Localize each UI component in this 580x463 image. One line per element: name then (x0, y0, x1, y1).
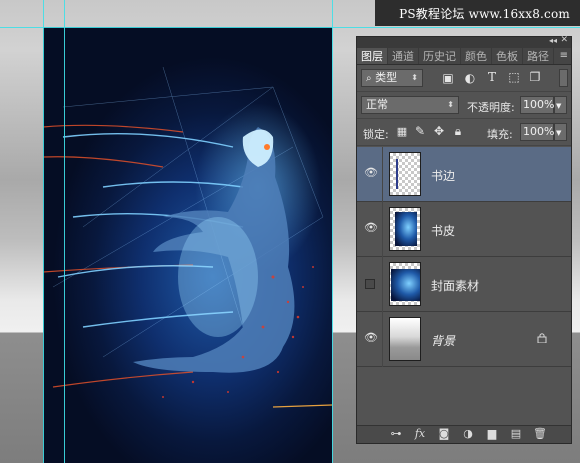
filter-shape-icon[interactable]: ⬚ (507, 70, 521, 84)
search-icon: ⌕ (366, 73, 372, 84)
watermark-text: PS教程论坛 www.16xx8.com (399, 7, 570, 21)
layer-style-fx-icon[interactable]: fx (413, 428, 427, 440)
guide-line-vertical[interactable] (332, 0, 333, 463)
tab-paths[interactable]: 路径 (523, 48, 554, 64)
visibility-column: 👁︎ (357, 202, 383, 257)
stepper-arrows-icon: ⬍ (447, 100, 454, 109)
layer-row-book-cover[interactable]: 👁︎ 书皮 (357, 202, 571, 257)
add-mask-icon[interactable]: ◙ (437, 428, 451, 440)
layer-thumbnail (389, 262, 421, 306)
lock-label: 锁定: (363, 128, 389, 141)
layers-panel: ◂◂ ✕ 图层 通道 历史记 颜色 色板 路径 ≡ ⌕ 类型 ⬍ ▣ ◐ T ⬚… (356, 35, 572, 444)
tab-channels[interactable]: 通道 (388, 48, 419, 64)
lock-transparency-icon[interactable]: ▦ (395, 125, 409, 138)
link-layers-icon[interactable]: ⊶ (389, 428, 403, 440)
collapse-icon[interactable]: ◂◂ (549, 36, 557, 45)
filter-toggle[interactable] (559, 69, 568, 87)
eye-icon[interactable]: 👁︎ (364, 332, 378, 344)
panel-title-bar[interactable]: ◂◂ ✕ (357, 35, 571, 48)
layer-row-book-edge[interactable]: 👁︎ 书边 (357, 147, 571, 202)
new-group-folder-icon[interactable]: ▆ (485, 428, 499, 440)
lock-fill-row: 锁定: ▦ ✎ ✥ 🔒︎ 填充: 100% ▼ (357, 119, 571, 146)
chevron-down-icon: ▼ (556, 102, 562, 110)
stepper-arrows-icon: ⬍ (411, 73, 418, 82)
tab-swatches[interactable]: 色板 (492, 48, 523, 64)
fill-dropdown[interactable]: ▼ (554, 123, 567, 141)
layer-thumbnail (389, 152, 421, 196)
cover-art-thumb (395, 212, 417, 246)
blend-mode-select[interactable]: 正常 ⬍ (361, 96, 459, 114)
lock-position-move-icon[interactable]: ✥ (432, 124, 446, 138)
filter-pixel-icon[interactable]: ▣ (441, 71, 455, 85)
panel-tab-bar: 图层 通道 历史记 颜色 色板 路径 ≡ (357, 48, 571, 65)
filter-type-label: 类型 (375, 71, 398, 84)
layer-row-background[interactable]: 👁︎ 背景 (357, 312, 571, 367)
adjustment-layer-icon[interactable]: ◑ (461, 428, 475, 440)
fill-label: 填充: (487, 128, 513, 141)
layer-name[interactable]: 封面素材 (431, 277, 479, 294)
guide-line-vertical[interactable] (64, 0, 65, 463)
opacity-label: 不透明度: (467, 101, 515, 114)
guide-line-vertical[interactable] (43, 0, 44, 463)
guide-line-horizontal[interactable] (0, 27, 580, 28)
delete-layer-trash-icon[interactable]: 🗑︎ (533, 428, 547, 440)
opacity-dropdown[interactable]: ▼ (554, 96, 567, 114)
layer-row-cover-material[interactable]: 封面素材 (357, 257, 571, 312)
layer-thumbnail (389, 317, 421, 361)
new-layer-icon[interactable]: ▤ (509, 428, 523, 440)
lock-image-brush-icon[interactable]: ✎ (413, 124, 427, 138)
blend-mode-value: 正常 (366, 98, 388, 111)
tab-layers[interactable]: 图层 (357, 48, 388, 64)
filter-type-icon[interactable]: T (485, 70, 499, 84)
filter-type-select[interactable]: ⌕ 类型 ⬍ (361, 69, 423, 87)
eye-icon[interactable]: 👁︎ (364, 222, 378, 234)
cover-art-thumb (391, 269, 420, 301)
filter-adjustment-icon[interactable]: ◐ (463, 71, 477, 85)
cover-artwork[interactable] (43, 27, 332, 463)
chevron-down-icon: ▼ (556, 129, 562, 137)
layer-thumbnail (389, 207, 421, 251)
edge-line-mark (396, 159, 398, 189)
opacity-input[interactable]: 100% (520, 96, 554, 114)
artwork-figure (43, 66, 332, 408)
layer-list: 👁︎ 书边 👁︎ 书皮 封面素材 👁︎ 背景 (357, 147, 571, 427)
layer-name[interactable]: 书皮 (431, 222, 455, 239)
layer-name[interactable]: 书边 (431, 167, 455, 184)
visibility-column: 👁︎ (357, 312, 383, 367)
blend-opacity-row: 正常 ⬍ 不透明度: 100% ▼ (357, 92, 571, 119)
filter-smart-object-icon[interactable]: ❐ (528, 70, 542, 84)
panel-menu-icon[interactable]: ≡ (560, 50, 568, 61)
visibility-column: 👁︎ (357, 147, 383, 202)
close-icon[interactable]: ✕ (560, 35, 568, 45)
tab-history[interactable]: 历史记 (419, 48, 461, 64)
lock-all-icon[interactable]: 🔒︎ (451, 124, 465, 139)
eye-icon[interactable]: 👁︎ (364, 167, 378, 179)
lock-icon (537, 333, 547, 343)
layer-filter-row: ⌕ 类型 ⬍ ▣ ◐ T ⬚ ❐ (357, 65, 571, 92)
layer-name[interactable]: 背景 (431, 332, 455, 349)
tab-color[interactable]: 颜色 (461, 48, 492, 64)
visibility-off-toggle[interactable] (365, 279, 375, 289)
fill-input[interactable]: 100% (520, 123, 554, 141)
visibility-column (357, 257, 383, 312)
panel-footer-toolbar: ⊶ fx ◙ ◑ ▆ ▤ 🗑︎ (357, 425, 571, 443)
